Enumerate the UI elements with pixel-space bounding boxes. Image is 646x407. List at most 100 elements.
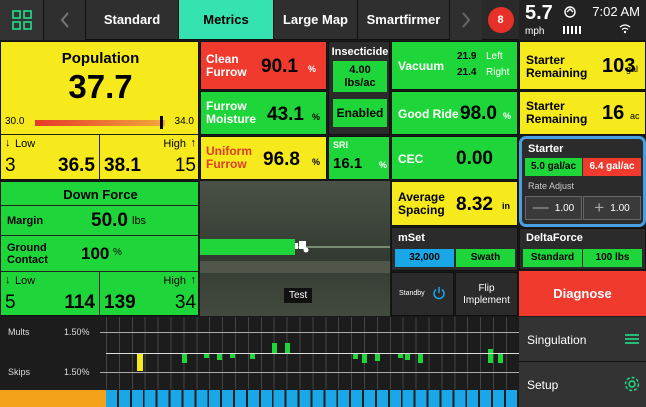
skip-bar bbox=[418, 354, 423, 363]
arrow-down-icon: ↓ bbox=[5, 274, 11, 286]
standby-button[interactable]: Standby bbox=[391, 272, 454, 316]
insecticide-rate-box: 4.00 lbs/ac bbox=[333, 61, 387, 92]
uniform-furrow-label: Uniform Furrow bbox=[206, 144, 252, 171]
tab-smartfirmer[interactable]: Smartfirmer bbox=[358, 0, 450, 39]
plus-icon: + bbox=[594, 198, 605, 217]
row-status-left-indicator bbox=[0, 390, 106, 407]
starter-title: Starter bbox=[528, 143, 564, 155]
prev-tab-button[interactable] bbox=[44, 0, 86, 40]
down-force-low-section: ↓ Low 5 114 bbox=[1, 271, 100, 315]
down-force-low-value: 114 bbox=[64, 292, 95, 313]
ground-contact-value: 100 bbox=[81, 244, 110, 263]
mset-panel[interactable]: mSet 32,000 Swath bbox=[391, 227, 518, 271]
average-spacing-label: Average Spacing bbox=[398, 190, 445, 217]
cec-label: CEC bbox=[398, 152, 424, 166]
down-force-low-count: 5 bbox=[5, 292, 16, 313]
down-force-high-count: 34 bbox=[174, 292, 196, 313]
status-panel: 5.7 mph 7:02 AM bbox=[519, 0, 646, 40]
mults-label: Mults bbox=[8, 327, 30, 337]
starter-remaining-ac-tile[interactable]: Starter Remaining 16 ac bbox=[519, 91, 646, 135]
map-headland bbox=[200, 261, 390, 273]
mults-percent: 1.50% bbox=[64, 327, 90, 337]
population-scale-max: 34.0 bbox=[174, 116, 194, 127]
mult-bar bbox=[285, 343, 290, 353]
population-high-section: High ↑ 38.1 15 bbox=[100, 134, 198, 179]
insecticide-enabled-toggle[interactable]: Enabled bbox=[333, 99, 387, 127]
alerts-button[interactable]: 8 bbox=[482, 0, 519, 40]
arrow-down-icon: ↓ bbox=[5, 137, 11, 149]
margin-row: Margin 50.0 lbs bbox=[1, 205, 198, 235]
tab-standard[interactable]: Standard bbox=[86, 0, 179, 39]
menu-icon bbox=[625, 334, 639, 344]
rate-decrease-button[interactable]: — 1.00 bbox=[525, 196, 582, 220]
average-spacing-tile[interactable]: Average Spacing 8.32 in bbox=[391, 181, 518, 226]
margin-value: 50.0 bbox=[91, 210, 128, 231]
deltaforce-panel[interactable]: DeltaForce Standard 100 lbs bbox=[519, 228, 646, 270]
signal-bars-icon bbox=[563, 26, 583, 34]
alert-count-badge: 8 bbox=[497, 14, 504, 26]
next-tab-button[interactable] bbox=[450, 0, 482, 40]
vacuum-left-label: Left bbox=[486, 51, 503, 62]
uniform-furrow-unit: % bbox=[312, 157, 321, 167]
average-spacing-unit: in bbox=[502, 201, 510, 211]
population-value: 37.7 bbox=[68, 68, 133, 105]
deltaforce-mode: Standard bbox=[523, 249, 582, 267]
clock: 7:02 AM bbox=[592, 4, 640, 19]
setup-button[interactable]: Setup bbox=[519, 362, 646, 407]
starter-remaining-gal-tile[interactable]: Starter Remaining 103 gal bbox=[519, 41, 646, 90]
down-force-title: Down Force bbox=[63, 187, 138, 202]
rate-increase-value: 1.00 bbox=[610, 202, 630, 214]
population-low-label: Low bbox=[15, 138, 36, 150]
singulation-label: Singulation bbox=[527, 333, 587, 347]
furrow-moisture-value: 43.1 bbox=[267, 104, 304, 125]
mset-mode[interactable]: Swath bbox=[456, 249, 515, 267]
uniform-furrow-tile[interactable]: Uniform Furrow 96.8 % bbox=[200, 136, 327, 180]
good-ride-unit: % bbox=[503, 111, 512, 121]
population-title: Population bbox=[61, 50, 140, 67]
good-ride-tile[interactable]: Good Ride 98.0 % bbox=[391, 91, 518, 135]
flip-implement-button[interactable]: Flip Implement bbox=[455, 272, 518, 316]
furrow-moisture-label: Furrow Moisture bbox=[206, 99, 257, 126]
population-scale-min: 30.0 bbox=[5, 116, 25, 127]
sri-tile[interactable]: SRI 16.1 % bbox=[328, 136, 390, 180]
skip-bar bbox=[353, 354, 358, 359]
field-map[interactable]: Test bbox=[200, 181, 390, 316]
singulation-button[interactable]: Singulation bbox=[519, 317, 646, 362]
population-gauge-bar bbox=[35, 120, 165, 126]
standby-label: Standby bbox=[399, 290, 425, 297]
tab-metrics[interactable]: Metrics bbox=[179, 0, 274, 39]
skips-percent: 1.50% bbox=[64, 367, 90, 377]
mult-bar bbox=[488, 349, 493, 353]
clean-furrow-unit: % bbox=[308, 64, 317, 74]
sri-label: SRI bbox=[333, 140, 349, 150]
uniform-furrow-value: 96.8 bbox=[263, 149, 300, 170]
cec-tile[interactable]: CEC 0.00 bbox=[391, 136, 518, 180]
map-planted-strip bbox=[200, 239, 295, 255]
population-high-label: High bbox=[163, 138, 186, 150]
menu-grid-button[interactable] bbox=[0, 0, 44, 40]
population-tile[interactable]: Population 37.7 30.0 34.0 ↓ Low 3 36.5 H… bbox=[0, 41, 199, 180]
mset-population-value: 32,000 bbox=[395, 249, 454, 267]
cec-value: 0.00 bbox=[456, 148, 493, 169]
skip-bar bbox=[488, 354, 493, 363]
down-force-tile[interactable]: Down Force Margin 50.0 lbs Ground Contact… bbox=[0, 181, 199, 316]
insecticide-tile[interactable]: Insecticide 4.00 lbs/ac Enabled bbox=[328, 41, 390, 135]
down-force-high-section: High ↑ 139 34 bbox=[100, 271, 198, 315]
diagnose-button[interactable]: Diagnose bbox=[519, 271, 646, 316]
tab-large-map[interactable]: Large Map bbox=[274, 0, 358, 39]
skip-bar bbox=[362, 354, 367, 363]
clean-furrow-tile[interactable]: Clean Furrow 90.1 % bbox=[200, 41, 327, 90]
starter-remaining-gal-unit: gal bbox=[626, 64, 639, 74]
furrow-moisture-tile[interactable]: Furrow Moisture 43.1 % bbox=[200, 91, 327, 135]
vacuum-right-value: 21.4 bbox=[457, 67, 477, 78]
vacuum-label: Vacuum bbox=[398, 59, 445, 73]
rate-increase-button[interactable]: + 1.00 bbox=[583, 196, 641, 220]
skip-bar bbox=[405, 354, 410, 360]
speed-unit: mph bbox=[525, 26, 545, 37]
vacuum-tile[interactable]: Vacuum 21.9 Left 21.4 Right bbox=[391, 41, 518, 90]
population-high-value: 38.1 bbox=[104, 155, 141, 176]
skip-bar bbox=[137, 354, 143, 371]
rate-decrease-value: 1.00 bbox=[554, 202, 575, 214]
down-force-low-label: Low bbox=[15, 275, 36, 287]
arrow-up-icon: ↑ bbox=[190, 274, 197, 286]
